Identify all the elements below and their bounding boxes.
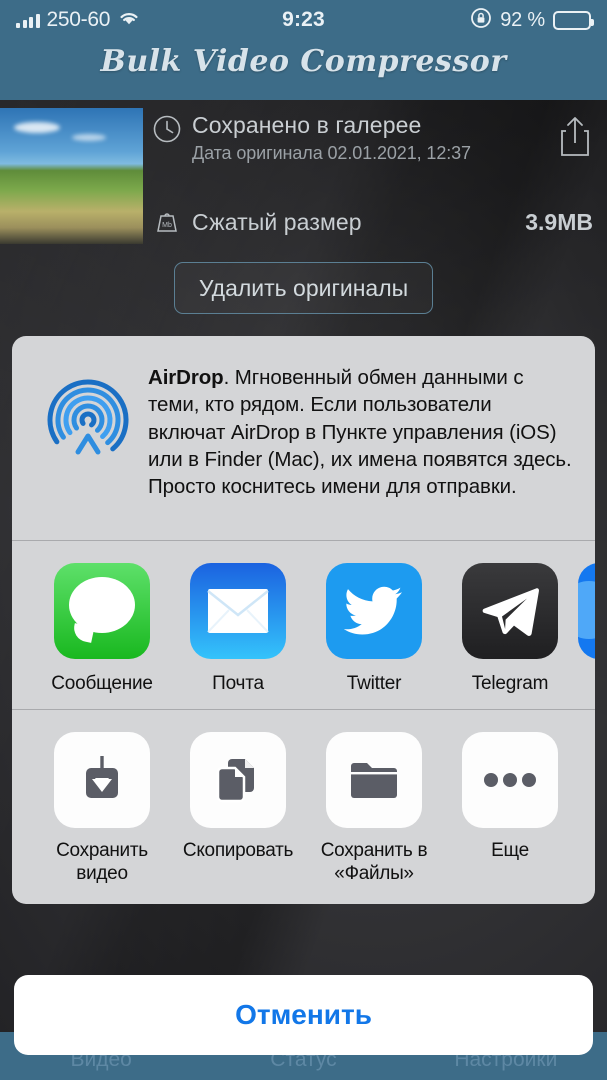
action-more[interactable]: Еще [442, 732, 578, 886]
status-bar: 250-60 9:23 92 % [0, 0, 607, 40]
compressed-size-row: Mb Сжатый размер 3.9MB [152, 204, 593, 241]
saved-row: Сохранено в галерее Дата оригинала 02.01… [152, 112, 593, 164]
original-date: Дата оригинала 02.01.2021, 12:37 [192, 143, 471, 163]
compressed-size-label: Сжатый размер [192, 209, 362, 235]
share-app-overflow-partial[interactable] [578, 563, 595, 695]
share-apps-row: Сообщение Почта Twitter Telegram [12, 541, 595, 709]
share-app-messages[interactable]: Сообщение [34, 563, 170, 695]
share-app-label: Почта [212, 673, 264, 695]
svg-text:Mb: Mb [162, 222, 172, 229]
status-bar-right: 92 % [470, 7, 594, 34]
clock-icon [152, 112, 192, 149]
share-app-label: Сообщение [51, 673, 153, 695]
airdrop-section[interactable]: AirDrop. Мгновенный обмен данными с теми… [12, 336, 595, 540]
partial-app-icon [578, 563, 595, 660]
rotation-lock-icon [470, 7, 492, 34]
action-label: Еще [491, 840, 529, 862]
battery-percent-label: 92 % [500, 8, 545, 31]
share-actions-row: Сохранить видео Скопировать Сохранить в … [12, 710, 595, 904]
thumbnail-cloud [72, 134, 106, 141]
share-app-mail[interactable]: Почта [170, 563, 306, 695]
telegram-icon [462, 563, 558, 660]
share-app-telegram[interactable]: Telegram [442, 563, 578, 695]
action-label: Сохранить в «Файлы» [320, 840, 428, 885]
mail-icon [190, 563, 286, 660]
action-label: Сохранить видео [56, 840, 148, 885]
action-save-to-files[interactable]: Сохранить в «Файлы» [306, 732, 442, 886]
copy-icon [190, 732, 286, 829]
share-app-twitter[interactable]: Twitter [306, 563, 442, 695]
thumbnail-cloud [14, 122, 60, 133]
airdrop-title: AirDrop [148, 366, 224, 389]
video-thumbnail[interactable] [0, 108, 143, 244]
folder-icon [326, 732, 422, 829]
cancel-button[interactable]: Отменить [14, 975, 593, 1055]
delete-originals-button[interactable]: Удалить оригиналы [174, 262, 433, 314]
share-button[interactable] [547, 112, 593, 158]
result-info: Сохранено в галерее Дата оригинала 02.01… [152, 112, 593, 241]
share-app-label: Telegram [471, 673, 549, 695]
airdrop-icon [34, 364, 142, 500]
messages-icon [54, 563, 150, 660]
action-save-video[interactable]: Сохранить видео [34, 732, 170, 886]
twitter-icon [326, 563, 422, 660]
action-label: Скопировать [182, 840, 294, 862]
save-video-icon [54, 732, 150, 829]
more-ellipsis-icon [462, 732, 558, 829]
weight-mb-icon: Mb [152, 204, 192, 241]
share-sheet: AirDrop. Мгновенный обмен данными с теми… [12, 336, 595, 904]
compressed-size-value: 3.9MB [525, 209, 593, 235]
saved-text-group: Сохранено в галерее Дата оригинала 02.01… [192, 112, 547, 164]
app-title: Bulk Video Compressor [100, 44, 507, 79]
battery-icon [553, 10, 594, 30]
airdrop-description-group: AirDrop. Мгновенный обмен данными с теми… [142, 364, 573, 500]
action-copy[interactable]: Скопировать [170, 732, 306, 886]
share-app-label: Twitter [346, 673, 402, 695]
saved-title: Сохранено в галерее [192, 112, 422, 138]
